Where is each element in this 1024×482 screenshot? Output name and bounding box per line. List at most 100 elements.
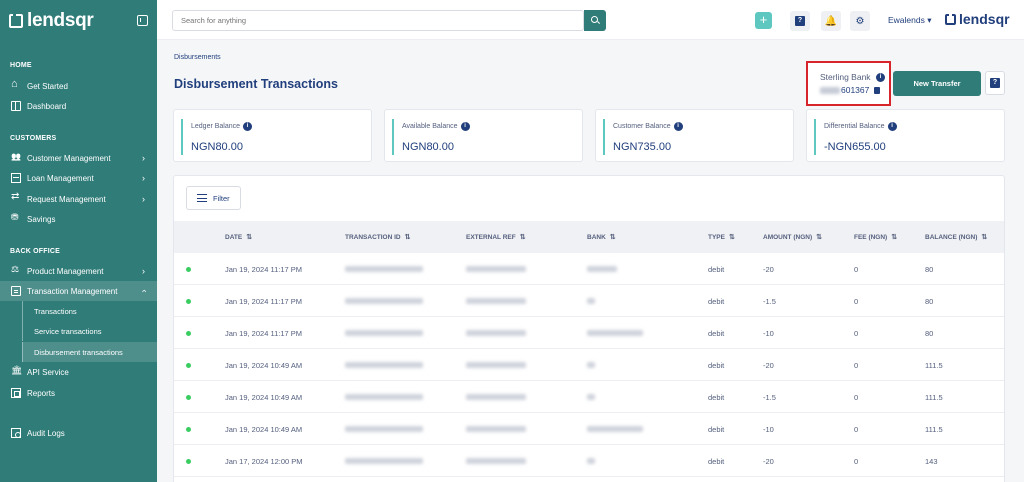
new-transfer-button[interactable]: New Transfer <box>893 71 981 96</box>
user-menu[interactable]: Ewalends ▾ <box>888 15 932 26</box>
product-icon <box>11 264 21 276</box>
sidebar-item-audit-logs[interactable]: Audit Logs <box>0 423 157 443</box>
table-row[interactable]: Jan 19, 2024 10:49 AM debit -10 0 111.5 <box>174 413 1004 445</box>
table-row[interactable]: Jan 19, 2024 10:49 AM debit -20 0 111.5 <box>174 349 1004 381</box>
col-date[interactable]: DATE ⇅ <box>225 233 252 241</box>
cell-type: debit <box>708 457 725 466</box>
sidebar-subitem-disbursement-transactions[interactable]: Disbursement transactions <box>22 342 157 362</box>
col-type[interactable]: TYPE ⇅ <box>708 233 735 241</box>
card-label: Differential Balance <box>824 123 885 130</box>
audit-icon <box>11 428 21 438</box>
sidebar-item-api-service[interactable]: API Service <box>0 362 157 382</box>
info-icon[interactable]: i <box>243 122 253 131</box>
brand-name: lendsqr <box>959 11 1010 27</box>
cell-transaction-id-redacted <box>345 362 423 368</box>
sort-icon: ⇅ <box>246 234 253 241</box>
status-indicator <box>186 363 191 368</box>
cell-external-ref-redacted <box>466 362 526 368</box>
bell-icon[interactable]: 🔔 <box>821 11 841 31</box>
sidebar-item-label: Loan Management <box>27 173 94 183</box>
brand-logo[interactable]: lendsqr <box>9 10 94 32</box>
help-button[interactable]: ? <box>985 71 1005 95</box>
search-input[interactable] <box>172 10 584 31</box>
cell-transaction-id-redacted <box>345 426 423 432</box>
table-row[interactable]: Jan 19, 2024 10:49 AM debit -1.5 0 111.5 <box>174 381 1004 413</box>
sort-icon: ⇅ <box>404 234 411 241</box>
cell-amount: -10 <box>763 425 774 434</box>
status-indicator <box>186 427 191 432</box>
balance-card-differential: Differential Balance i -NGN655.00 <box>806 109 1005 162</box>
collapse-sidebar-icon[interactable] <box>137 15 148 26</box>
chevron-down-icon: ▾ <box>927 15 932 25</box>
card-label: Ledger Balance <box>191 123 241 130</box>
cell-fee: 0 <box>854 425 859 434</box>
cell-amount: -20 <box>763 361 774 370</box>
sidebar-subitem-service-transactions[interactable]: Service transactions <box>22 321 157 341</box>
help-icon[interactable]: ? <box>790 11 810 31</box>
status-indicator <box>186 267 191 272</box>
cell-balance: 80 <box>925 329 934 338</box>
cell-amount: -20 <box>763 265 774 274</box>
copy-icon[interactable] <box>874 86 881 94</box>
card-label: Available Balance <box>402 123 458 130</box>
card-value: NGN735.00 <box>613 141 672 153</box>
sidebar-subitem-transactions[interactable]: Transactions <box>22 301 157 321</box>
sort-icon: ⇅ <box>519 234 526 241</box>
sidebar-item-loan-management[interactable]: Loan Management › <box>0 168 157 188</box>
info-icon[interactable]: i <box>887 122 897 131</box>
col-external-ref[interactable]: EXTERNAL REF ⇅ <box>466 233 526 241</box>
gear-icon[interactable]: ⚙ <box>850 11 870 31</box>
cell-type: debit <box>708 361 725 370</box>
table-row[interactable]: Jan 19, 2024 11:17 PM debit -1.5 0 80 <box>174 285 1004 317</box>
sidebar-item-transaction-management[interactable]: Transaction Management › <box>0 281 157 301</box>
sidebar-item-get-started[interactable]: Get Started <box>0 76 157 96</box>
savings-icon <box>11 212 21 224</box>
info-icon[interactable]: i <box>875 73 885 83</box>
sidebar-item-customer-management[interactable]: Customer Management › <box>0 148 157 168</box>
api-icon <box>11 367 21 377</box>
add-button[interactable]: + <box>755 12 772 29</box>
cell-type: debit <box>708 425 725 434</box>
cell-date: Jan 19, 2024 10:49 AM <box>225 425 303 434</box>
transaction-icon <box>11 286 21 296</box>
info-icon[interactable]: i <box>460 122 470 131</box>
col-transaction-id[interactable]: TRANSACTION ID ⇅ <box>345 233 410 241</box>
col-bank[interactable]: BANK ⇅ <box>587 233 616 241</box>
chevron-right-icon: › <box>142 266 145 276</box>
sidebar-item-reports[interactable]: Reports <box>0 383 157 403</box>
sidebar-item-dashboard[interactable]: Dashboard <box>0 96 157 116</box>
table-row[interactable]: Jan 17, 2024 12:00 PM debit -20 0 143 <box>174 445 1004 477</box>
cell-bank-redacted <box>587 298 595 304</box>
cell-fee: 0 <box>854 265 859 274</box>
sidebar-item-request-management[interactable]: Request Management › <box>0 189 157 209</box>
sort-icon: ⇅ <box>609 234 616 241</box>
cell-amount: -10 <box>763 329 774 338</box>
cell-transaction-id-redacted <box>345 394 423 400</box>
chevron-right-icon: › <box>142 173 145 183</box>
cell-bank-redacted <box>587 458 595 464</box>
home-icon <box>11 78 21 91</box>
filter-button[interactable]: Filter <box>186 186 241 210</box>
bank-name: Sterling Bank <box>820 72 871 82</box>
cell-date: Jan 19, 2024 11:17 PM <box>225 265 302 274</box>
col-balance[interactable]: BALANCE (NGN) ⇅ <box>925 233 987 241</box>
sidebar-item-label: Audit Logs <box>27 428 65 438</box>
card-value: -NGN655.00 <box>824 141 886 153</box>
sidebar-item-label: Transaction Management <box>27 286 118 296</box>
sidebar-item-label: Dashboard <box>27 101 67 111</box>
cell-date: Jan 19, 2024 10:49 AM <box>225 361 303 370</box>
top-bar: + ? 🔔 ⚙ Ewalends ▾ lendsqr <box>157 0 1024 40</box>
cell-type: debit <box>708 265 725 274</box>
sidebar-item-product-management[interactable]: Product Management › <box>0 261 157 281</box>
table-row[interactable]: Jan 19, 2024 11:17 PM debit -10 0 80 <box>174 317 1004 349</box>
breadcrumb[interactable]: Disbursements <box>174 54 221 61</box>
info-icon[interactable]: i <box>673 122 683 131</box>
table-row[interactable]: Jan 19, 2024 11:17 PM debit -20 0 80 <box>174 253 1004 285</box>
col-fee[interactable]: FEE (NGN) ⇅ <box>854 233 897 241</box>
cell-bank-redacted <box>587 266 617 272</box>
cell-date: Jan 19, 2024 11:17 PM <box>225 329 302 338</box>
search-button[interactable] <box>584 10 606 31</box>
col-amount[interactable]: AMOUNT (NGN) ⇅ <box>763 233 822 241</box>
sidebar-item-savings[interactable]: Savings <box>0 209 157 229</box>
balance-card-available: Available Balance i NGN80.00 <box>384 109 583 162</box>
